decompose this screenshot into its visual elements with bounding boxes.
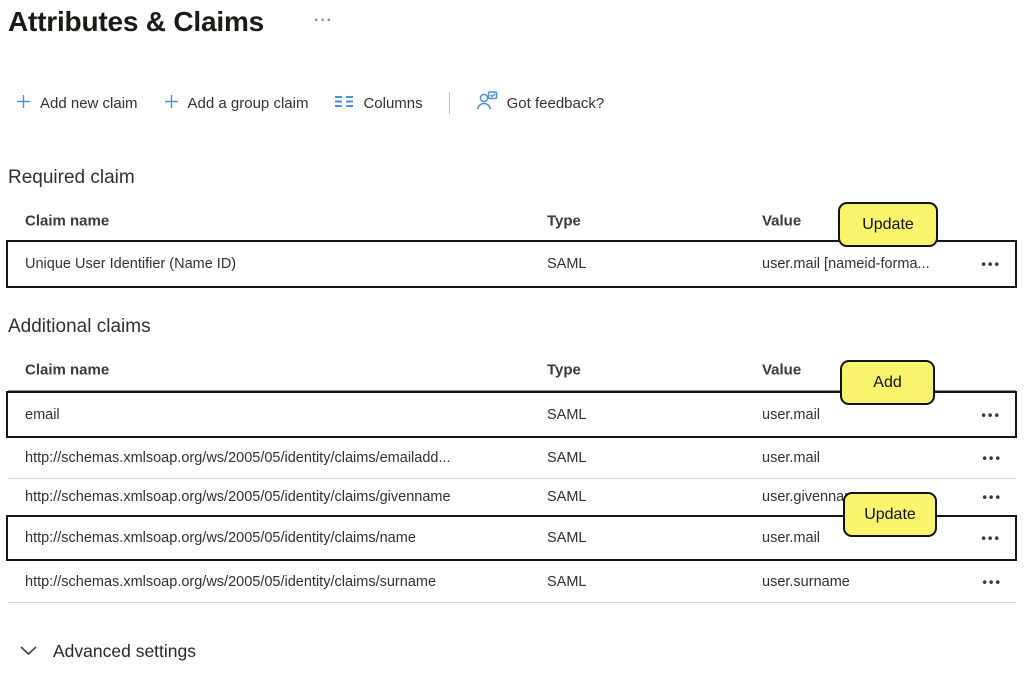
column-header-value: Value [762, 362, 801, 379]
columns-button[interactable]: Columns [334, 94, 422, 113]
add-new-claim-button[interactable]: Add new claim [16, 94, 138, 113]
attributes-claims-page: Attributes & Claims ··· Add new claim Ad… [0, 0, 1024, 673]
claim-name-cell[interactable]: http://schemas.xmlsoap.org/ws/2005/05/id… [25, 530, 416, 546]
claim-name-cell[interactable]: http://schemas.xmlsoap.org/ws/2005/05/id… [25, 450, 451, 466]
type-cell: SAML [547, 407, 587, 423]
add-group-claim-label: Add a group claim [188, 95, 309, 112]
additional-claims-section-title: Additional claims [8, 316, 151, 338]
row-menu-icon[interactable]: ••• [982, 574, 1002, 589]
add-new-claim-label: Add new claim [40, 95, 138, 112]
annotation-update-required-claim: Update [838, 202, 938, 247]
columns-label: Columns [363, 95, 422, 112]
column-header-value: Value [762, 213, 801, 230]
claim-name-cell[interactable]: email [25, 407, 60, 423]
page-title: Attributes & Claims [8, 6, 264, 38]
value-cell: user.mail [nameid-forma... [762, 256, 930, 272]
column-header-type: Type [547, 213, 581, 230]
required-claim-section-title: Required claim [8, 167, 135, 189]
columns-icon [334, 94, 354, 113]
type-cell: SAML [547, 489, 587, 505]
add-group-claim-button[interactable]: Add a group claim [164, 94, 309, 113]
toolbar-divider [449, 92, 450, 114]
table-row-unique-user-identifier[interactable]: Unique User Identifier (Name ID) SAML us… [6, 240, 1017, 288]
chevron-down-icon [20, 644, 37, 659]
plus-icon [164, 94, 179, 113]
claim-name-cell[interactable]: http://schemas.xmlsoap.org/ws/2005/05/id… [25, 489, 451, 505]
column-header-claim-name: Claim name [25, 362, 109, 379]
claim-name-cell[interactable]: http://schemas.xmlsoap.org/ws/2005/05/id… [25, 574, 436, 590]
advanced-settings-expander[interactable]: Advanced settings [20, 641, 196, 662]
table-row-emailaddress[interactable]: http://schemas.xmlsoap.org/ws/2005/05/id… [8, 438, 1016, 479]
value-cell: user.mail [762, 407, 820, 423]
type-cell: SAML [547, 450, 587, 466]
column-header-type: Type [547, 362, 581, 379]
table-row-surname[interactable]: http://schemas.xmlsoap.org/ws/2005/05/id… [8, 561, 1016, 603]
got-feedback-button[interactable]: Got feedback? [476, 91, 605, 115]
row-menu-icon[interactable]: ••• [982, 451, 1002, 466]
got-feedback-label: Got feedback? [507, 95, 605, 112]
annotation-update-name-claim: Update [843, 492, 937, 537]
value-cell: user.mail [762, 530, 820, 546]
type-cell: SAML [547, 530, 587, 546]
feedback-person-icon [476, 91, 498, 115]
row-menu-icon[interactable]: ••• [981, 407, 1001, 422]
plus-icon [16, 94, 31, 113]
value-cell: user.surname [762, 574, 850, 590]
column-header-claim-name: Claim name [25, 213, 109, 230]
claim-name-cell[interactable]: Unique User Identifier (Name ID) [25, 256, 236, 272]
advanced-settings-label: Advanced settings [53, 641, 196, 662]
command-bar: Add new claim Add a group claim Columns [16, 88, 604, 118]
row-menu-icon[interactable]: ••• [981, 531, 1001, 546]
value-cell: user.mail [762, 450, 820, 466]
type-cell: SAML [547, 574, 587, 590]
page-more-menu-icon[interactable]: ··· [314, 12, 333, 30]
type-cell: SAML [547, 256, 587, 272]
annotation-add-email-claim: Add [840, 360, 935, 405]
row-menu-icon[interactable]: ••• [981, 257, 1001, 272]
row-menu-icon[interactable]: ••• [982, 490, 1002, 505]
